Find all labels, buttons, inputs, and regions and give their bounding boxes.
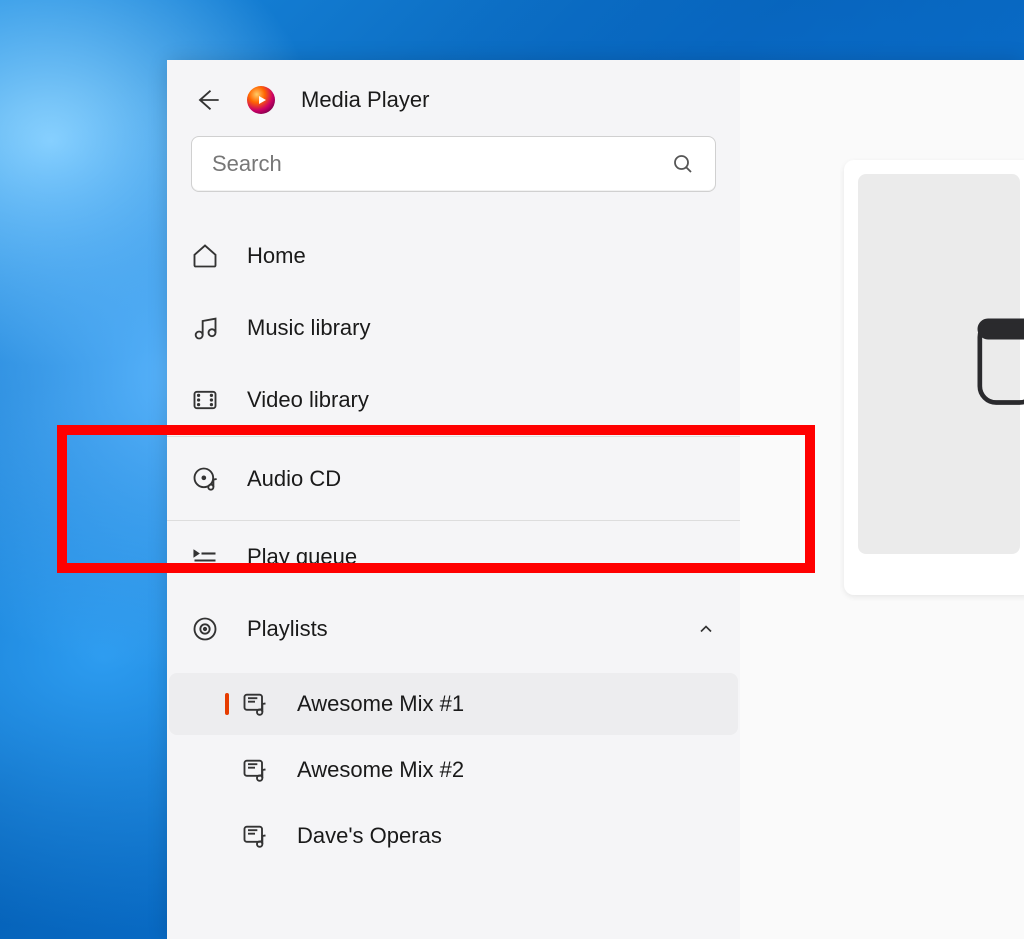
playlist-label: Awesome Mix #2 xyxy=(297,757,464,783)
playlist-icon xyxy=(241,690,269,718)
video-icon xyxy=(191,386,219,414)
playlist-item[interactable]: Dave's Operas xyxy=(169,805,738,867)
search-bar[interactable] xyxy=(191,136,716,192)
nav-label-music: Music library xyxy=(247,315,716,341)
music-placeholder-icon xyxy=(974,309,1024,419)
nav-item-audio-cd[interactable]: Audio CD xyxy=(167,436,740,521)
playlist-label: Dave's Operas xyxy=(297,823,442,849)
playlists-icon xyxy=(191,615,219,643)
queue-icon xyxy=(191,543,219,571)
music-note-icon xyxy=(191,314,219,342)
home-icon xyxy=(191,242,219,270)
album-art-placeholder xyxy=(858,174,1020,554)
main-pane xyxy=(740,60,1024,939)
sidebar: Media Player Home Mu xyxy=(167,60,740,939)
nav-label-home: Home xyxy=(247,243,716,269)
nav-item-music-library[interactable]: Music library xyxy=(167,292,740,364)
nav-item-home[interactable]: Home xyxy=(167,220,740,292)
nav-list: Home Music library xyxy=(167,220,740,869)
disc-music-icon xyxy=(191,465,219,493)
app-title: Media Player xyxy=(301,87,429,113)
nav-label-video: Video library xyxy=(247,387,716,413)
playlist-items: Awesome Mix #1 Awesome Mix #2 Dave's Ope… xyxy=(167,671,740,869)
search-input[interactable] xyxy=(212,151,671,177)
nav-label-audiocd: Audio CD xyxy=(247,466,716,492)
playlist-item[interactable]: Awesome Mix #2 xyxy=(169,739,738,801)
chevron-up-icon xyxy=(696,619,716,639)
search-icon xyxy=(671,152,695,176)
nav-label-queue: Play queue xyxy=(247,544,716,570)
playlist-icon xyxy=(241,822,269,850)
nav-item-playlists[interactable]: Playlists xyxy=(167,593,740,665)
playlist-item[interactable]: Awesome Mix #1 xyxy=(169,673,738,735)
nav-item-play-queue[interactable]: Play queue xyxy=(167,521,740,593)
playlist-icon xyxy=(241,756,269,784)
window-header: Media Player xyxy=(167,80,740,136)
nav-label-playlists: Playlists xyxy=(247,616,668,642)
content-card[interactable] xyxy=(844,160,1024,595)
app-logo-icon xyxy=(247,86,275,114)
back-arrow-icon[interactable] xyxy=(193,86,221,114)
nav-item-video-library[interactable]: Video library xyxy=(167,364,740,436)
playlist-label: Awesome Mix #1 xyxy=(297,691,464,717)
media-player-window: Media Player Home Mu xyxy=(167,60,1024,939)
